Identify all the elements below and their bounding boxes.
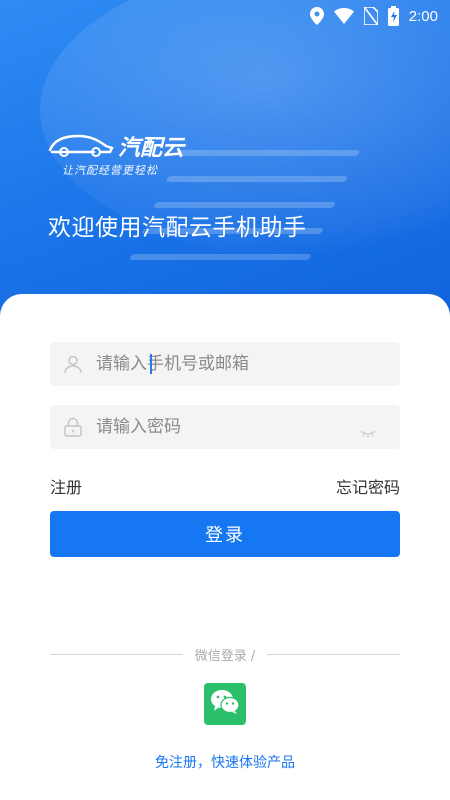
location-icon — [309, 7, 324, 25]
eye-closed-icon[interactable] — [360, 423, 376, 442]
account-links: 注册 忘记密码 — [50, 474, 400, 498]
car-logo-icon — [48, 130, 114, 162]
account-input[interactable] — [96, 342, 346, 386]
wechat-login-label: 微信登录 / — [194, 648, 256, 664]
password-input[interactable] — [96, 405, 346, 449]
divider-line-left — [50, 653, 183, 655]
login-button[interactable]: 登录 — [50, 511, 400, 557]
wifi-icon — [333, 8, 354, 24]
divider-line-right — [267, 653, 401, 655]
user-icon — [50, 354, 96, 374]
password-field[interactable] — [50, 405, 400, 449]
welcome-title: 欢迎使用汽配云手机助手 — [48, 215, 307, 241]
lock-icon — [50, 417, 96, 437]
brand-slogan: 让汽配经营更轻松 — [62, 164, 158, 177]
text-cursor — [150, 354, 152, 374]
wechat-icon — [210, 689, 240, 719]
forgot-password-link[interactable]: 忘记密码 — [336, 474, 400, 498]
register-link[interactable]: 注册 — [50, 474, 82, 498]
wechat-login-divider: 微信登录 / — [50, 644, 401, 664]
quick-trial-link[interactable]: 免注册，快速体验产品 — [0, 752, 450, 772]
wechat-login-button[interactable] — [204, 683, 246, 725]
battery-charging-icon — [387, 6, 399, 26]
clock-time: 2:00 — [408, 7, 438, 25]
account-field[interactable] — [50, 342, 400, 386]
brand-logo: 汽配云 — [48, 130, 184, 162]
login-card: 注册 忘记密码 登录 微信登录 / 免注册，快速体验产品 — [0, 294, 450, 800]
brand-name: 汽配云 — [118, 136, 185, 161]
sim-no-signal-icon — [363, 7, 378, 25]
status-bar: 2:00 — [0, 0, 450, 32]
